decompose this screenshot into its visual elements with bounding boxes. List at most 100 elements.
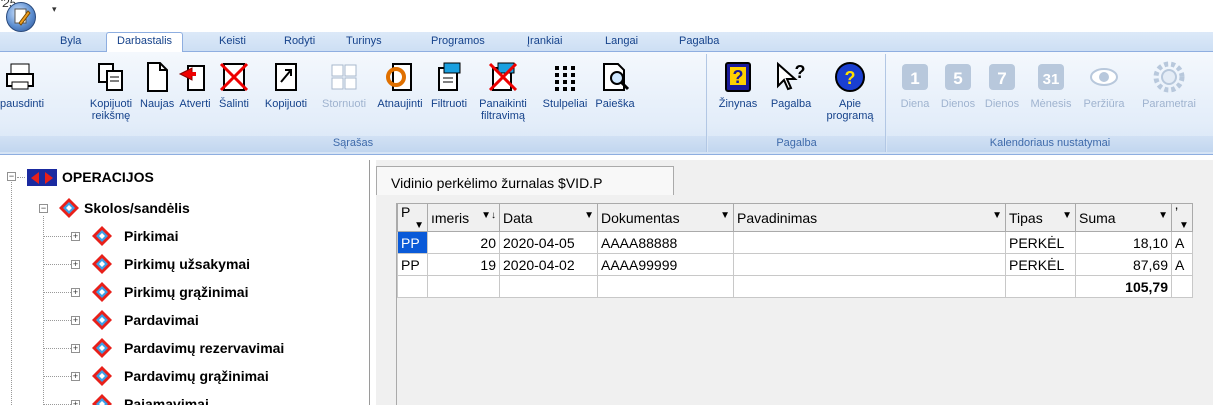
preview-button[interactable]: Peržiūra: [1079, 60, 1129, 110]
search-button[interactable]: Paieška: [593, 60, 637, 110]
table-cell[interactable]: 87,69: [1075, 253, 1172, 276]
tree-item[interactable]: + Pirkimų grąžinimai: [0, 281, 369, 303]
column-header[interactable]: ’ ▼: [1171, 203, 1193, 232]
calendar-month-button[interactable]: 31 Mėnesis: [1025, 60, 1077, 110]
expand-icon[interactable]: +: [71, 316, 80, 325]
sort-filter-icon[interactable]: ▼: [414, 220, 424, 231]
table-cell[interactable]: A: [1171, 253, 1193, 276]
column-header[interactable]: Pavadinimas ▼: [733, 203, 1006, 232]
table-cell[interactable]: PERKĖL: [1005, 253, 1076, 276]
tab-turinys[interactable]: Turinys: [346, 35, 382, 47]
tree-item[interactable]: + Pardavimų grąžinimai: [0, 365, 369, 387]
about-button[interactable]: ? Apie programą: [820, 60, 880, 122]
tab-keisti[interactable]: Keisti: [219, 35, 246, 47]
table-cell[interactable]: 19: [427, 253, 500, 276]
journal-table: P ▼ ımeris ▼↓ Data ▼ Dokumentas ▼ Pavadinimas ▼ Ti…: [397, 203, 1193, 298]
column-header[interactable]: ımeris ▼↓: [427, 203, 500, 232]
tab-rodyti[interactable]: Rodyti: [284, 35, 315, 47]
preview-eye-icon: [1090, 68, 1118, 86]
diamond-node-icon: [92, 226, 112, 246]
diamond-node-icon: [59, 198, 79, 218]
sort-filter-icon[interactable]: ▼: [992, 210, 1002, 221]
print-button[interactable]: pausdinti: [0, 60, 44, 110]
column-header[interactable]: P ▼: [397, 203, 428, 232]
copy-value-icon: [98, 63, 123, 91]
refresh-button[interactable]: Atnaujinti: [372, 60, 428, 110]
expand-icon[interactable]: +: [71, 288, 80, 297]
title-bar: ʻ25 ▾: [0, 0, 1213, 32]
tree-item[interactable]: + Pardavimai: [0, 309, 369, 331]
expand-icon[interactable]: +: [71, 344, 80, 353]
calendar-5days-button[interactable]: 5 Dienos: [937, 60, 979, 110]
sort-filter-icon[interactable]: ▼: [1062, 210, 1072, 221]
table-cell[interactable]: AAAA88888: [597, 231, 734, 254]
tab-irankiai[interactable]: Įrankiai: [527, 35, 562, 47]
collapse-icon[interactable]: −: [7, 172, 16, 181]
delete-button[interactable]: Šalinti: [212, 60, 256, 110]
journal-tab[interactable]: Vidinio perkėlimo žurnalas $VID.P: [376, 166, 674, 195]
tab-langai[interactable]: Langai: [605, 35, 638, 47]
table-row[interactable]: PP 20 2020-04-05 AAAA88888 PERKĖL 18,10 A: [397, 231, 1193, 254]
table-cell: [1005, 275, 1076, 298]
tree-item[interactable]: + Pirkimai: [0, 225, 369, 247]
tree-item-skolos-sandelis[interactable]: − Skolos/sandėlis: [0, 197, 369, 219]
column-header[interactable]: Suma ▼: [1075, 203, 1172, 232]
table-cell[interactable]: 2020-04-05: [499, 231, 598, 254]
tab-byla[interactable]: Byla: [60, 35, 81, 47]
group-kalendoriaus: 1 Diena 5 Dienos 7 Dienos 31 Mėnesis Per…: [887, 54, 1213, 152]
column-header[interactable]: Dokumentas ▼: [597, 203, 734, 232]
sort-filter-icon[interactable]: ▼: [584, 210, 594, 221]
table-row[interactable]: PP 19 2020-04-02 AAAA99999 PERKĖL 87,69 A: [397, 253, 1193, 276]
tab-programos[interactable]: Programos: [431, 35, 485, 47]
filter-button[interactable]: Filtruoti: [428, 60, 470, 110]
filter-icon: [438, 62, 461, 91]
open-button[interactable]: Atverti: [175, 60, 215, 110]
column-header[interactable]: Data ▼: [499, 203, 598, 232]
calendar-day-button[interactable]: 1 Diena: [895, 60, 935, 110]
table-cell[interactable]: 20: [427, 231, 500, 254]
diamond-node-icon: [92, 310, 112, 330]
tree-item[interactable]: + Pajamavimai: [0, 393, 369, 405]
remove-filter-button[interactable]: Panaikinti filtravimą: [470, 60, 536, 122]
expand-icon[interactable]: +: [71, 400, 80, 405]
column-header[interactable]: Tipas ▼: [1005, 203, 1076, 232]
app-menu-button[interactable]: [6, 2, 36, 32]
calendar-5days-icon: 5: [945, 64, 971, 90]
table-cell[interactable]: AAAA99999: [597, 253, 734, 276]
sort-filter-icon[interactable]: ▼: [1179, 220, 1189, 231]
collapse-icon[interactable]: −: [39, 204, 48, 213]
quick-access-dropdown-icon[interactable]: ▾: [52, 4, 57, 15]
table-cell[interactable]: 2020-04-02: [499, 253, 598, 276]
tree-item[interactable]: + Pardavimų rezervavimai: [0, 337, 369, 359]
storno-button[interactable]: Stornuoti: [316, 60, 372, 110]
table-cell[interactable]: [733, 253, 1006, 276]
expand-icon[interactable]: +: [71, 372, 80, 381]
table-cell[interactable]: A: [1171, 231, 1193, 254]
calendar-day-icon: 1: [902, 64, 928, 90]
sort-filter-icon[interactable]: ▼↓: [481, 210, 496, 221]
new-button[interactable]: Naujas: [140, 60, 174, 110]
copy-button[interactable]: Kopijuoti: [256, 60, 316, 110]
tree-item[interactable]: + Pirkimų užsakymai: [0, 253, 369, 275]
help-book-button[interactable]: ? Žinynas: [712, 60, 764, 110]
columns-icon: [555, 66, 575, 91]
table-cell[interactable]: PERKĖL: [1005, 231, 1076, 254]
table-cell[interactable]: [733, 231, 1006, 254]
copy-value-button[interactable]: Kopijuoti reikšmę: [78, 60, 144, 122]
table-cell[interactable]: PP: [397, 231, 428, 254]
expand-icon[interactable]: +: [71, 232, 80, 241]
tree-root-operacijos[interactable]: − OPERACIJOS: [0, 166, 369, 188]
help-pointer-button[interactable]: ? Pagalba: [766, 60, 816, 110]
tab-darbastalis[interactable]: Darbastalis: [106, 32, 184, 53]
sort-filter-icon[interactable]: ▼: [1158, 210, 1168, 221]
calendar-week-button[interactable]: 7 Dienos: [981, 60, 1023, 110]
table-cell[interactable]: PP: [397, 253, 428, 276]
group-label-sarasas: Sąrašas: [0, 136, 706, 152]
sort-filter-icon[interactable]: ▼: [720, 210, 730, 221]
settings-button[interactable]: Parametrai: [1137, 60, 1201, 110]
tab-pagalba[interactable]: Pagalba: [679, 35, 719, 47]
tree-item-label: Pirkimų grąžinimai: [124, 284, 249, 300]
columns-button[interactable]: Stulpeliai: [537, 60, 593, 110]
table-cell[interactable]: 18,10: [1075, 231, 1172, 254]
expand-icon[interactable]: +: [71, 260, 80, 269]
